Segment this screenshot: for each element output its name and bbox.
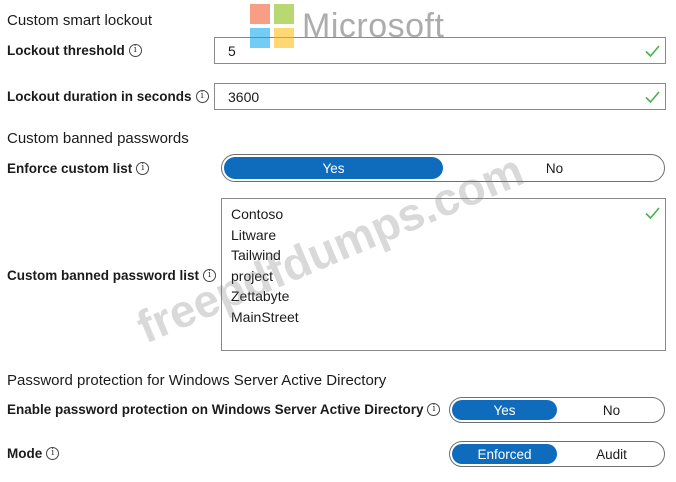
lockout-duration-label: Lockout duration in seconds i [7,89,209,104]
enable-ad-protection-toggle[interactable]: Yes No [449,397,665,423]
enable-yes-option[interactable]: Yes [452,400,557,420]
microsoft-logo-icon [250,4,296,50]
info-icon[interactable]: i [427,403,441,416]
custom-banned-list-label-text: Custom banned password list [7,268,200,283]
enforce-no-option[interactable]: No [445,155,664,181]
info-icon[interactable]: i [46,447,60,460]
enforce-yes-option[interactable]: Yes [224,157,443,179]
mode-label-text: Mode [7,446,43,461]
enforce-custom-list-label: Enforce custom list i [7,161,150,176]
enforce-custom-list-label-text: Enforce custom list [7,161,133,176]
list-item: Tailwind [231,247,281,263]
lockout-duration-input[interactable]: 3600 [214,83,666,110]
section-title-smart-lockout: Custom smart lockout [7,12,153,29]
check-icon [645,90,660,103]
list-item: Contoso [231,206,284,222]
enable-no-option[interactable]: No [559,398,664,422]
custom-banned-list-textarea[interactable]: Contoso Litware Tailwind project Zettaby… [221,198,666,351]
info-icon[interactable]: i [195,90,209,103]
lockout-duration-label-text: Lockout duration in seconds [7,89,192,104]
custom-banned-list-label: Custom banned password list i [7,268,217,283]
info-icon[interactable]: i [128,44,142,57]
enable-ad-protection-label: Enable password protection on Windows Se… [7,402,441,417]
mode-enforced-option[interactable]: Enforced [452,444,557,464]
enable-ad-protection-label-text: Enable password protection on Windows Se… [7,402,424,417]
mode-toggle[interactable]: Enforced Audit [449,441,665,467]
list-item: project [231,268,274,284]
lockout-threshold-value: 5 [228,42,236,59]
mode-audit-option[interactable]: Audit [559,442,664,466]
enforce-custom-list-toggle[interactable]: Yes No [221,154,665,182]
section-title-banned-passwords: Custom banned passwords [7,130,189,147]
check-icon [645,207,660,219]
section-title-ad-protection: Password protection for Windows Server A… [7,372,387,389]
list-item: MainStreet [231,309,299,325]
check-icon [645,44,660,57]
info-icon[interactable]: i [203,269,217,282]
lockout-threshold-label-text: Lockout threshold [7,43,125,58]
mode-label: Mode i [7,446,60,461]
lockout-duration-value: 3600 [228,88,260,105]
info-icon[interactable]: i [136,162,150,175]
list-item: Litware [231,227,277,243]
list-item: Zettabyte [231,288,290,304]
lockout-threshold-label: Lockout threshold i [7,43,142,58]
microsoft-logo-text: Microsoft [302,7,445,45]
